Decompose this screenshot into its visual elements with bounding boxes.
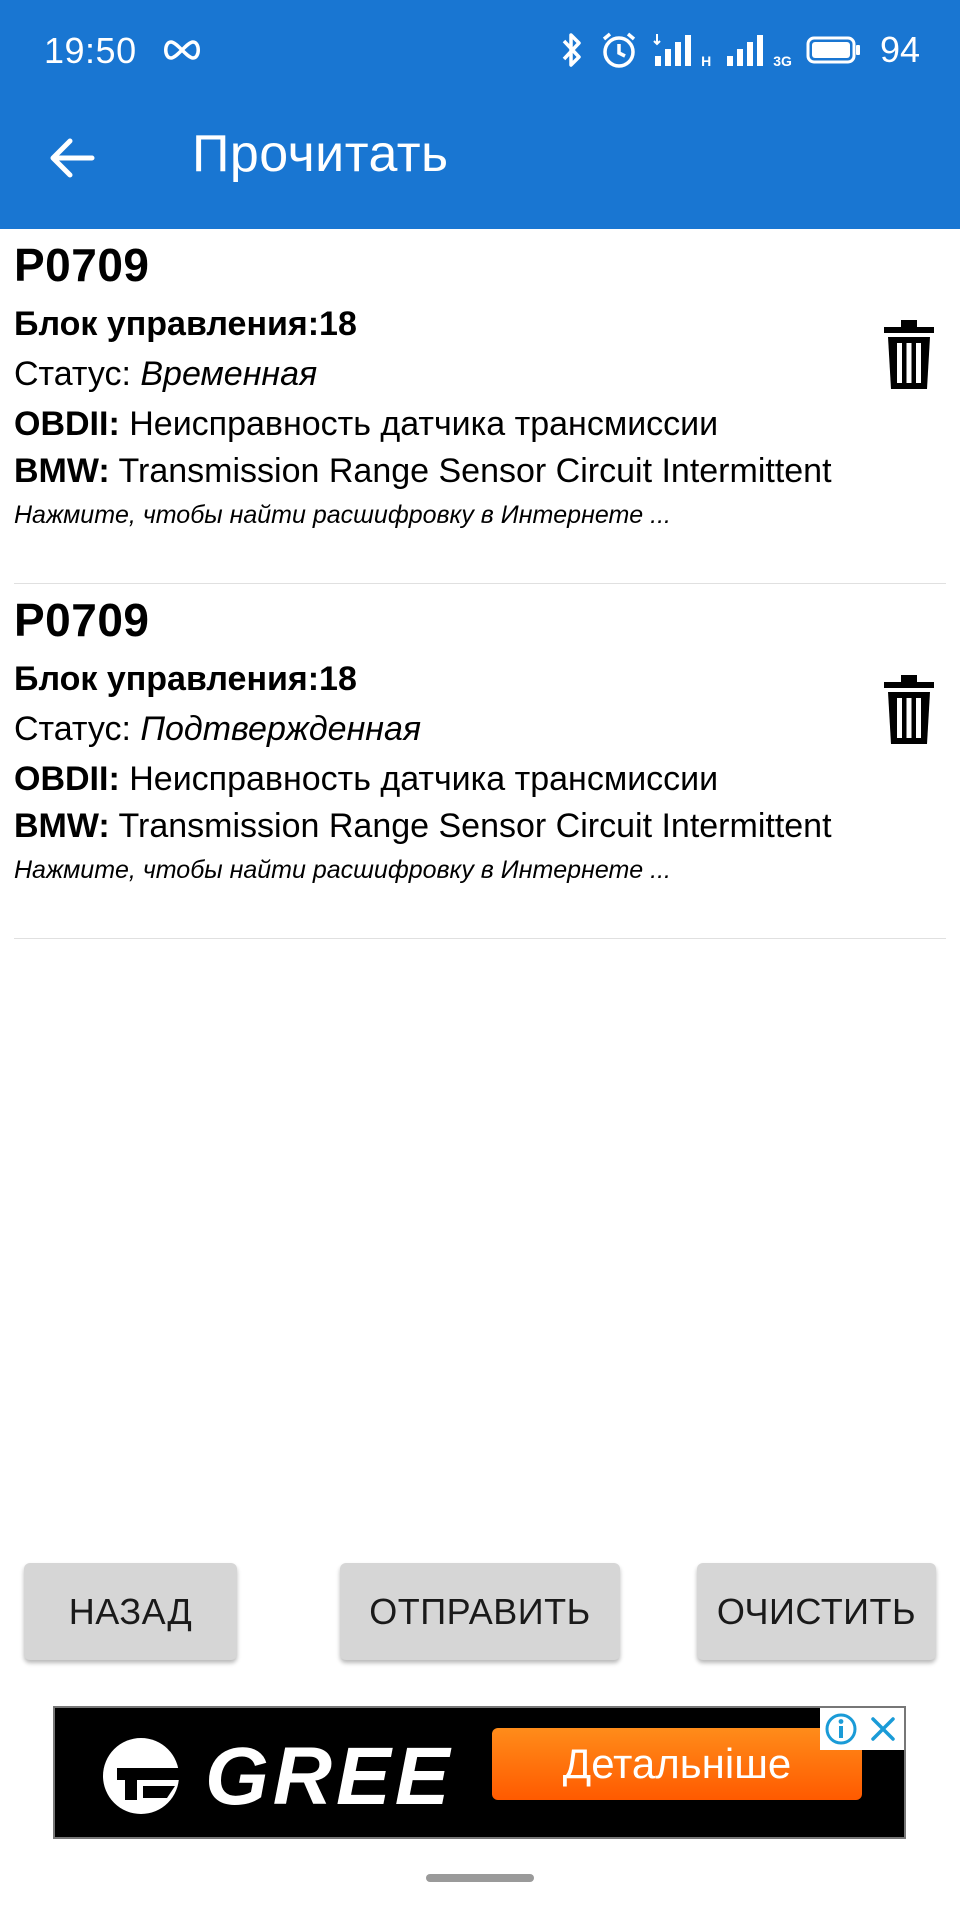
obd-text: Неисправность датчика трансмиссии [119, 405, 719, 443]
trash-icon[interactable] [882, 319, 936, 391]
bmw-text: Transmission Range Sensor Circuit Interm… [109, 807, 832, 845]
obd-description: OBDII: Неисправность датчика трансмиссии [14, 403, 946, 446]
error-status: Статус: Подтвержденная [14, 704, 946, 754]
back-arrow-button[interactable] [40, 126, 104, 190]
back-button[interactable]: НАЗАД [24, 1563, 237, 1660]
obd-label: OBDII: [14, 760, 120, 798]
bluetooth-icon [562, 33, 581, 67]
status-icons: H 3G 94 [559, 28, 920, 72]
infinity-icon [164, 40, 200, 60]
status-bar: 19:50 H 3G 94 [0, 0, 960, 100]
ad-cta-button[interactable]: Детальніше [492, 1728, 862, 1800]
arrow-left-icon [50, 138, 95, 178]
error-item[interactable]: P0709 Блок управления:18 Статус: Подтвер… [14, 584, 946, 939]
app-bar: Прочитать [0, 100, 960, 229]
ad-controls [820, 1708, 904, 1750]
bmw-description: BMW: Transmission Range Sensor Circuit I… [14, 450, 946, 493]
bmw-description: BMW: Transmission Range Sensor Circuit I… [14, 805, 946, 848]
bmw-label: BMW: [14, 452, 110, 490]
battery-icon [806, 36, 860, 64]
status-prefix: Статус: [14, 710, 141, 748]
network-type-label: H [701, 53, 712, 69]
home-indicator[interactable] [426, 1874, 534, 1882]
bmw-text: Transmission Range Sensor Circuit Interm… [109, 452, 832, 490]
status-time: 19:50 [44, 30, 137, 71]
ad-banner[interactable]: GREE Детальніше [53, 1706, 906, 1839]
error-status: Статус: Временная [14, 349, 946, 399]
obd-text: Неисправность датчика трансмиссии [119, 760, 719, 798]
control-unit: Блок управления:18 [14, 305, 357, 343]
status-value: Временная [140, 355, 318, 393]
search-hint-link[interactable]: Нажмите, чтобы найти расшифровку в Интер… [14, 495, 946, 535]
network-type-label-2: 3G [773, 53, 792, 69]
search-hint-link[interactable]: Нажмите, чтобы найти расшифровку в Интер… [14, 850, 946, 890]
close-icon[interactable] [866, 1712, 900, 1746]
obd-label: OBDII: [14, 405, 120, 443]
status-prefix: Статус: [14, 355, 141, 393]
error-code: P0709 [14, 594, 150, 646]
error-code: P0709 [14, 239, 150, 291]
obd-description: OBDII: Неисправность датчика трансмиссии [14, 758, 946, 801]
top-bar: 19:50 H 3G 94 Прочитать [0, 0, 960, 229]
send-button[interactable]: ОТПРАВИТЬ [340, 1563, 620, 1660]
control-unit: Блок управления:18 [14, 660, 357, 698]
gree-logo-icon [103, 1738, 183, 1814]
battery-percent: 94 [879, 29, 920, 70]
trash-icon[interactable] [882, 674, 936, 746]
ad-brand: GREE [205, 1731, 454, 1822]
status-value: Подтвержденная [140, 710, 422, 748]
alarm-icon [603, 32, 636, 68]
signal-icon-2 [727, 35, 764, 66]
signal-icon [653, 34, 692, 66]
clear-button[interactable]: ОЧИСТИТЬ [697, 1563, 936, 1660]
error-list: P0709 Блок управления:18 Статус: Временн… [14, 229, 946, 939]
info-icon[interactable] [824, 1712, 858, 1746]
page-title: Прочитать [192, 125, 449, 183]
error-item[interactable]: P0709 Блок управления:18 Статус: Временн… [14, 229, 946, 584]
bmw-label: BMW: [14, 807, 110, 845]
